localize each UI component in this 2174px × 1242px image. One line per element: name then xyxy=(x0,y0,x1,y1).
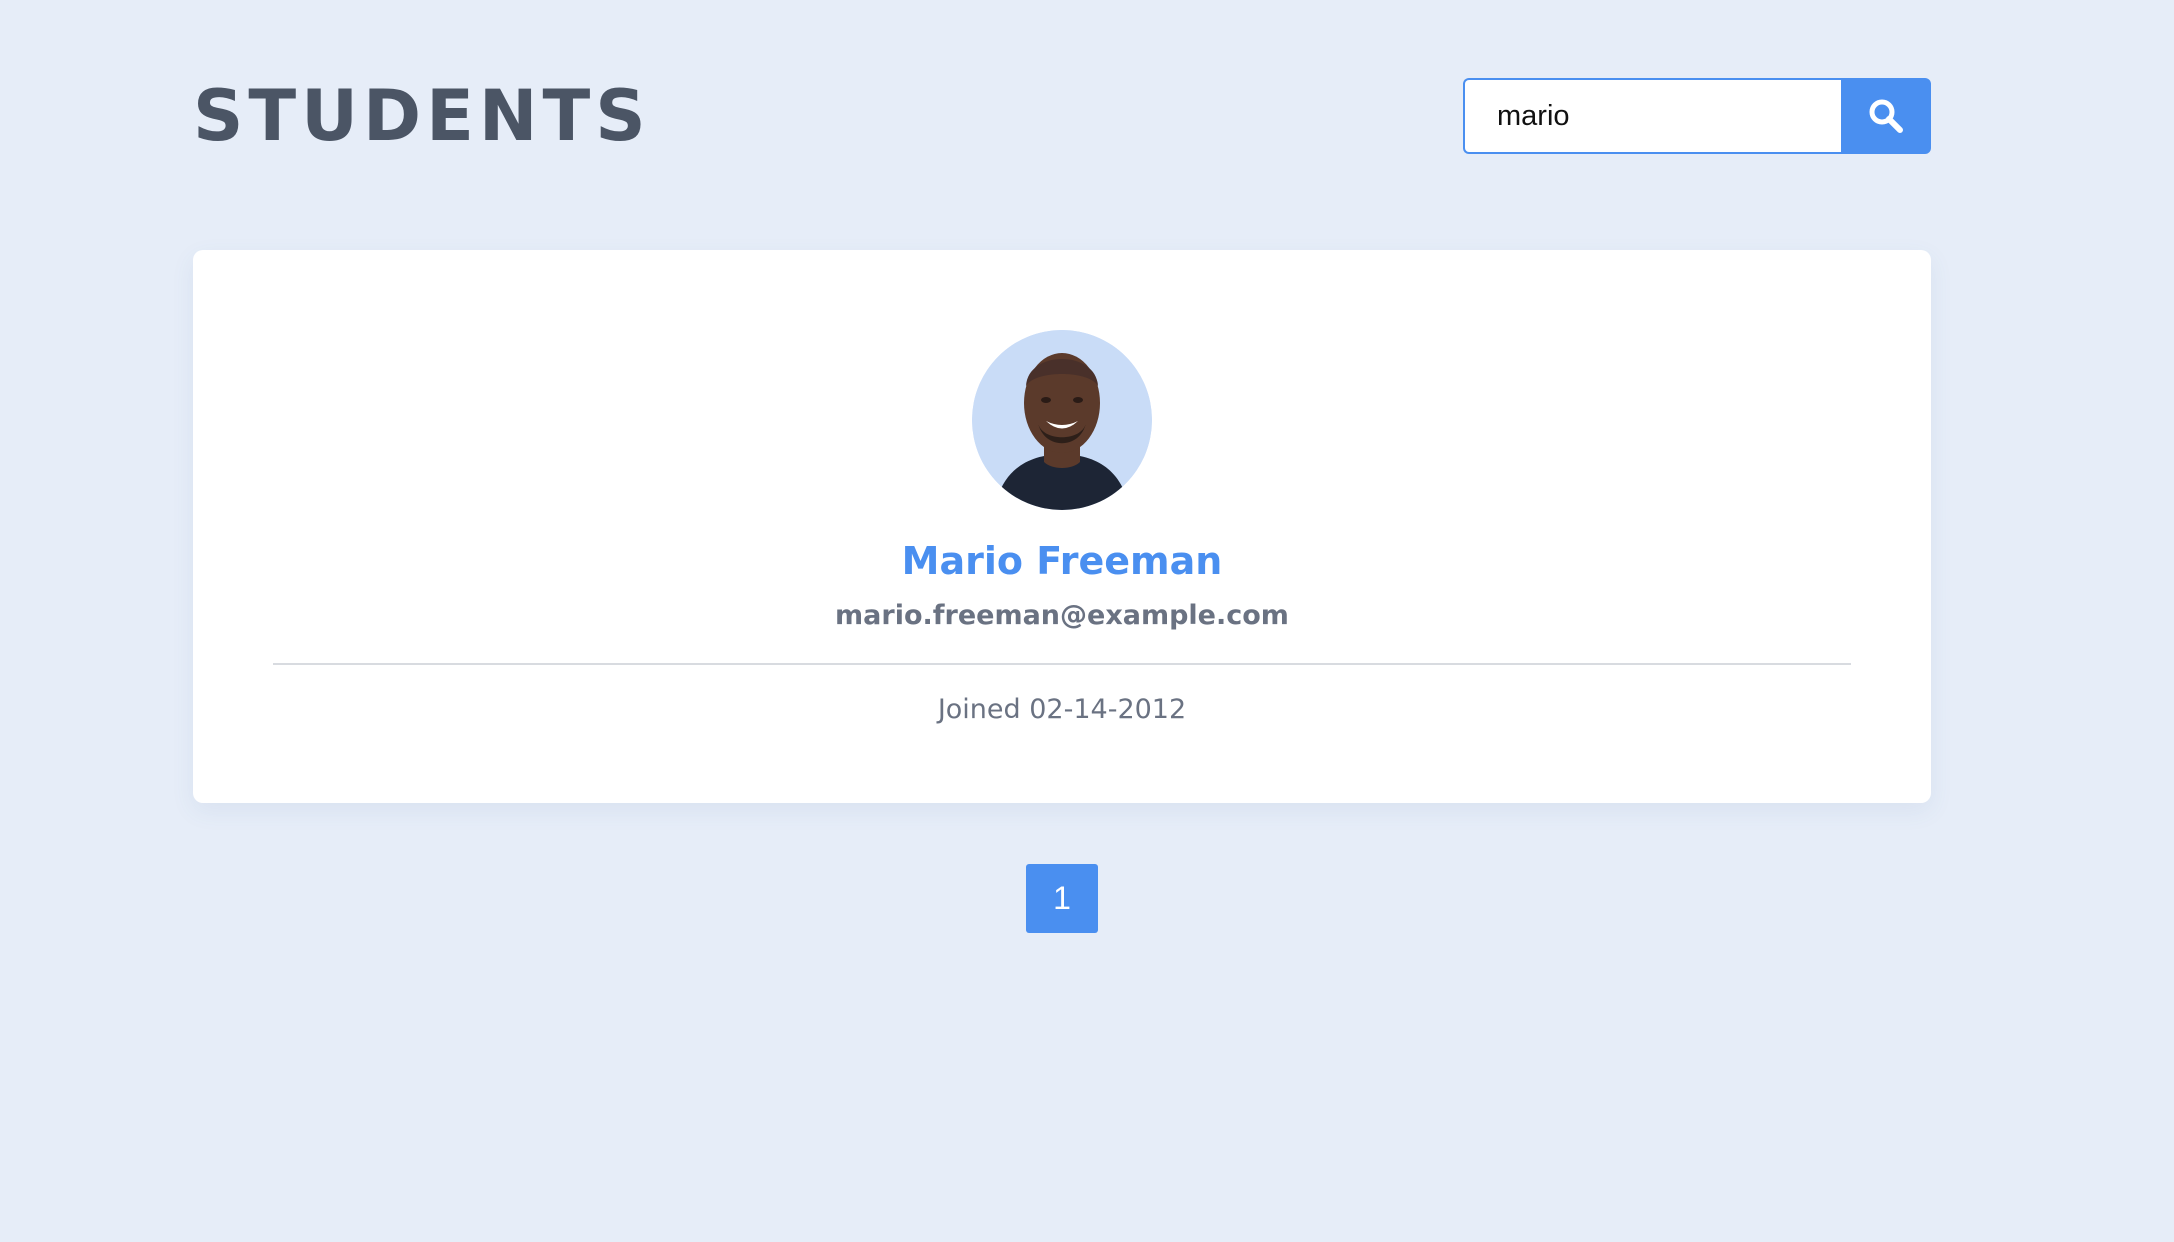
page-button-1[interactable]: 1 xyxy=(1026,864,1098,933)
search-icon xyxy=(1869,99,1903,133)
search-bar xyxy=(1463,78,1931,154)
student-email: mario.freeman@example.com xyxy=(835,600,1289,631)
card-divider xyxy=(273,663,1851,665)
page-title: STUDENTS xyxy=(193,75,651,157)
search-input[interactable] xyxy=(1463,78,1841,154)
avatar-photo xyxy=(972,330,1152,510)
student-name: Mario Freeman xyxy=(901,539,1223,583)
student-card: Mario Freeman mario.freeman@example.com … xyxy=(193,250,1931,803)
page-header: STUDENTS xyxy=(193,74,1931,157)
search-button[interactable] xyxy=(1841,78,1931,154)
joined-date: Joined 02-14-2012 xyxy=(937,694,1187,725)
avatar xyxy=(972,330,1152,510)
pagination: 1 xyxy=(1026,864,1098,933)
